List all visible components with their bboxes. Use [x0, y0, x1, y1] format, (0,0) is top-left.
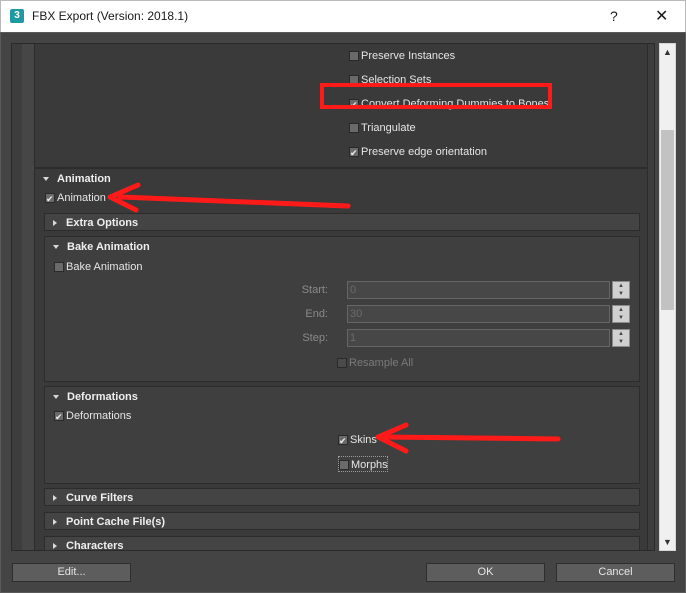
extra-options-header[interactable]: Extra Options — [53, 214, 138, 232]
curve-filters-rollout[interactable]: Curve Filters — [44, 488, 640, 506]
spinner-up-icon: ▲ — [618, 331, 624, 337]
spinner-down-icon: ▼ — [618, 291, 624, 297]
start-spinner[interactable]: ▲ ▼ — [612, 281, 630, 299]
triangulate-label: Triangulate — [361, 122, 416, 134]
extra-options-rollout[interactable]: Extra Options — [44, 213, 640, 231]
annotation-arrow-skins — [375, 422, 561, 454]
animation-checkbox[interactable] — [45, 191, 55, 207]
start-field[interactable]: 0 — [347, 281, 610, 299]
curve-filters-header[interactable]: Curve Filters — [53, 489, 133, 507]
title-bar: 3 FBX Export (Version: 2018.1) ? ✕ — [0, 0, 686, 32]
deformations-label: Deformations — [66, 410, 132, 422]
scrollbar-thumb[interactable] — [661, 130, 674, 310]
collapse-triangle-icon — [53, 519, 57, 526]
preserve-edge-checkbox[interactable] — [349, 145, 359, 161]
characters-header[interactable]: Characters — [53, 537, 124, 551]
spinner-up-icon: ▲ — [618, 307, 624, 313]
preserve-edge-label: Preserve edge orientation — [361, 146, 487, 158]
spinner-down-icon: ▼ — [618, 339, 624, 345]
expand-triangle-icon — [43, 177, 49, 182]
bake-animation-title: Bake Animation — [67, 241, 150, 253]
point-cache-rollout[interactable]: Point Cache File(s) — [44, 512, 640, 530]
bake-animation-label: Bake Animation — [66, 261, 143, 273]
point-cache-title: Point Cache File(s) — [66, 516, 166, 528]
highlight-box-convert-dummies — [320, 83, 552, 109]
characters-rollout[interactable]: Characters — [44, 536, 640, 551]
collapse-triangle-icon — [53, 220, 57, 227]
step-label: Step: — [302, 332, 328, 344]
spinner-up-icon: ▲ — [618, 283, 624, 289]
morphs-label: Morphs — [351, 459, 388, 471]
collapse-triangle-icon — [53, 543, 57, 550]
deformations-header[interactable]: Deformations — [53, 388, 138, 406]
edit-button[interactable]: Edit... — [12, 563, 131, 582]
spinner-down-icon: ▼ — [618, 315, 624, 321]
ok-button[interactable]: OK — [426, 563, 545, 582]
step-spinner[interactable]: ▲ ▼ — [612, 329, 630, 347]
step-field[interactable]: 1 — [347, 329, 610, 347]
end-spinner[interactable]: ▲ ▼ — [612, 305, 630, 323]
end-label: End: — [305, 308, 328, 320]
cancel-button[interactable]: Cancel — [556, 563, 675, 582]
left-gutter — [22, 44, 34, 550]
point-cache-header[interactable]: Point Cache File(s) — [53, 513, 165, 531]
end-field[interactable]: 30 — [347, 305, 610, 323]
skins-checkbox[interactable] — [338, 433, 348, 449]
resample-all-checkbox[interactable] — [337, 358, 347, 368]
bake-animation-checkbox[interactable] — [54, 262, 64, 272]
morphs-checkbox[interactable] — [339, 460, 349, 470]
3dsmax-app-icon: 3 — [10, 9, 24, 23]
vertical-scrollbar[interactable]: ▲ ▼ — [659, 43, 676, 551]
close-button[interactable]: ✕ — [655, 6, 668, 26]
animation-label: Animation — [57, 192, 106, 204]
bake-animation-header[interactable]: Bake Animation — [53, 238, 150, 256]
options-scroll-area: Preserve Instances Selection Sets Conver… — [11, 43, 655, 551]
preserve-instances-checkbox[interactable] — [349, 51, 359, 61]
help-button[interactable]: ? — [610, 8, 618, 24]
start-label: Start: — [301, 284, 328, 296]
expand-triangle-icon — [53, 245, 59, 250]
curve-filters-title: Curve Filters — [66, 492, 134, 504]
scroll-down-icon[interactable]: ▼ — [660, 534, 675, 550]
extra-options-title: Extra Options — [66, 217, 139, 229]
annotation-arrow-animation — [107, 182, 351, 213]
resample-all-label: Resample All — [349, 357, 414, 369]
characters-title: Characters — [66, 540, 124, 551]
triangulate-checkbox[interactable] — [349, 123, 359, 133]
scroll-up-icon[interactable]: ▲ — [660, 44, 675, 60]
preserve-instances-label: Preserve Instances — [361, 50, 456, 62]
deformations-checkbox[interactable] — [54, 409, 64, 425]
expand-triangle-icon — [53, 395, 59, 400]
deformations-title: Deformations — [67, 391, 138, 403]
dialog-body: Preserve Instances Selection Sets Conver… — [0, 32, 686, 593]
window-title: FBX Export (Version: 2018.1) — [32, 9, 189, 23]
collapse-triangle-icon — [53, 495, 57, 502]
morphs-option[interactable]: Morphs — [338, 456, 388, 472]
